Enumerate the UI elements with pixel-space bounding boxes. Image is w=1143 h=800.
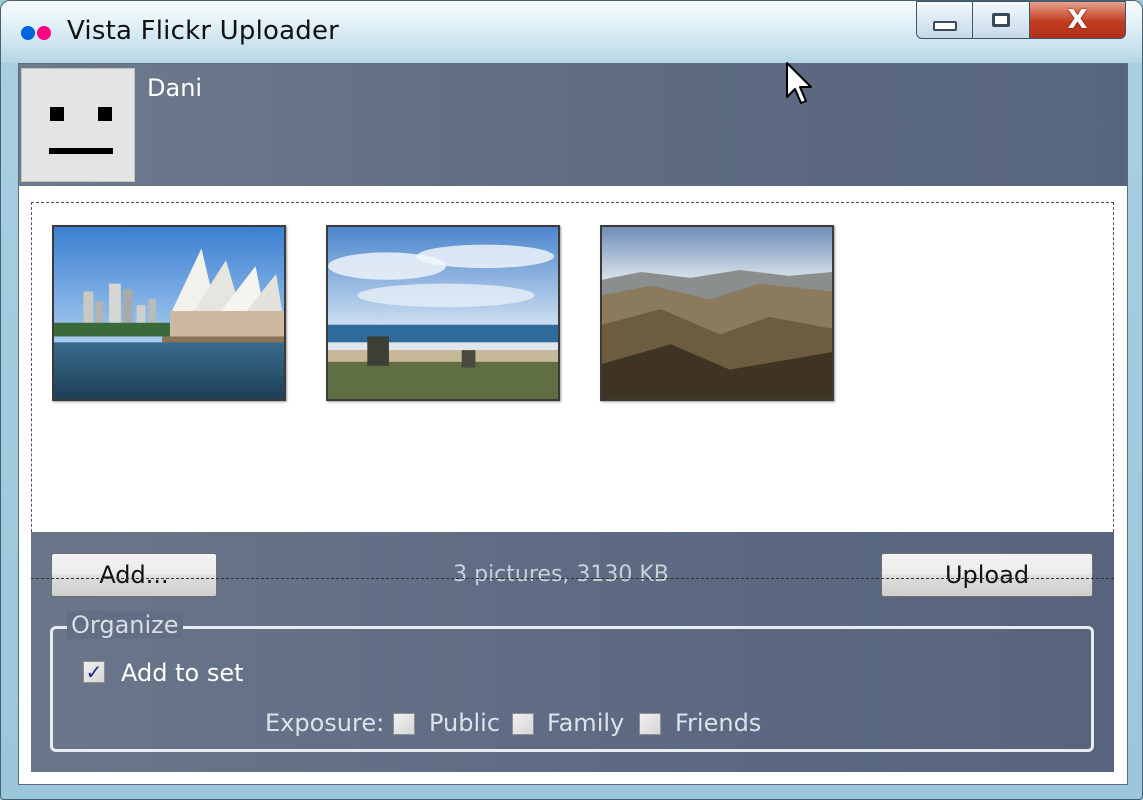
buddy-icon-right-eye [98,107,112,121]
mouse-cursor-icon [786,62,812,104]
caption-buttons: X [916,1,1126,41]
upload-button[interactable]: Upload [881,553,1093,597]
maximize-button[interactable] [973,1,1030,39]
client-area: Dani Add... 3 pictures, 3130 KB Upload O… [18,63,1128,785]
family-label[interactable]: Family [547,709,624,737]
flickr-logo-pink-dot-icon [37,26,51,40]
friends-checkbox[interactable] [639,713,661,735]
public-checkbox[interactable] [393,713,415,735]
friends-label[interactable]: Friends [675,709,761,737]
bottom-panel: Add... 3 pictures, 3130 KB Upload Organi… [31,532,1114,772]
add-button[interactable]: Add... [51,553,217,597]
photo-drop-area[interactable] [31,202,1114,542]
organize-title: Organize [67,611,183,639]
flickr-logo-blue-dot-icon [21,26,35,40]
title-bar[interactable]: Vista Flickr Uploader X [1,1,1142,63]
app-window: Vista Flickr Uploader X Dani Add... 3 pi… [0,0,1143,800]
maximize-icon [992,13,1010,27]
buddy-icon-left-eye [50,107,64,121]
close-button[interactable]: X [1030,1,1126,39]
upload-summary: 3 pictures, 3130 KB [453,562,669,587]
add-to-set-label[interactable]: Add to set [121,659,244,687]
minimize-button[interactable] [916,1,973,39]
organize-group: Organize ✓ Add to set Exposure: Public F… [50,611,1094,752]
window-title: Vista Flickr Uploader [67,16,340,46]
family-checkbox[interactable] [512,713,534,735]
opera-house-photo [54,227,284,399]
beach-photo [328,227,558,399]
minimize-icon [932,21,957,31]
mountain-photo [602,227,832,399]
avatar [21,68,135,182]
exposure-label: Exposure: [265,709,385,737]
photo-thumbnail[interactable] [52,225,286,401]
drop-area-border [31,578,1114,579]
user-name: Dani [147,74,203,102]
user-header: Dani [19,64,1127,186]
add-to-set-checkbox[interactable]: ✓ [83,661,105,683]
buddy-icon-mouth [49,148,113,154]
photo-thumbnail[interactable] [600,225,834,401]
checkmark-icon: ✓ [85,660,103,684]
close-icon: X [1067,5,1088,35]
public-label[interactable]: Public [429,709,500,737]
photo-thumbnail[interactable] [326,225,560,401]
